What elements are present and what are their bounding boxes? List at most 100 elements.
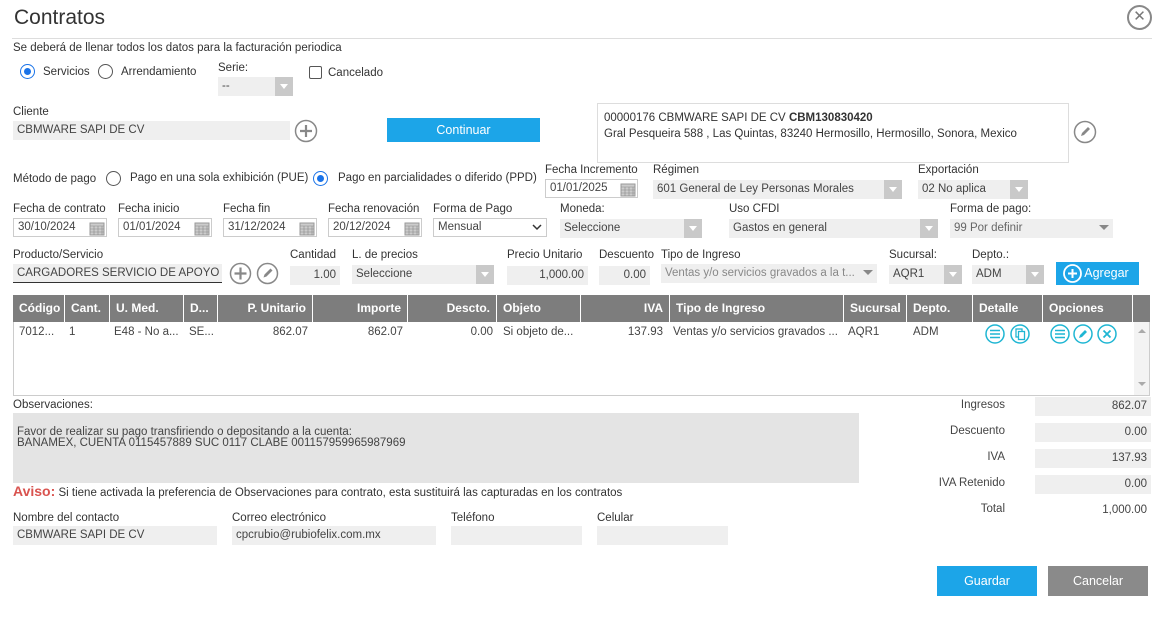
- fecha-renovacion-input[interactable]: 20/12/2024: [328, 218, 422, 237]
- precio-unitario-label: Precio Unitario: [507, 249, 583, 261]
- radio-ppd-label: Pago en parcialidades o diferido (PPD): [338, 172, 537, 184]
- cell-umed: E48 - No a...: [114, 326, 179, 338]
- tipo-ingreso-select[interactable]: Ventas y/o servicios gravados a la t...: [661, 264, 877, 283]
- fecha-inicio-label: Fecha inicio: [118, 203, 180, 215]
- cantidad-input[interactable]: 1.00: [290, 266, 340, 285]
- list-detail-icon[interactable]: [985, 324, 1005, 344]
- regimen-select[interactable]: 601 General de Ley Personas Morales: [653, 180, 902, 199]
- calendar-icon[interactable]: [194, 221, 210, 236]
- edit-cliente-icon[interactable]: [1073, 120, 1097, 144]
- observaciones-textarea[interactable]: Favor de realizar su pago transfiriendo …: [13, 413, 859, 483]
- col-d[interactable]: D...: [184, 295, 218, 322]
- col-objeto[interactable]: Objeto: [497, 295, 581, 322]
- chevron-down-icon: [884, 180, 902, 199]
- chevron-down-icon: [863, 270, 873, 275]
- forma-pago-periodo-label: Forma de Pago: [433, 203, 513, 215]
- col-detalle[interactable]: Detalle: [973, 295, 1043, 322]
- calendar-icon[interactable]: [404, 221, 420, 236]
- metodo-pago-label: Método de pago: [13, 173, 97, 185]
- precio-unitario-input[interactable]: 1,000.00: [507, 266, 588, 285]
- table-header: Código Cant. U. Med. D... P. Unitario Im…: [13, 295, 1150, 322]
- list-options-icon[interactable]: [1050, 324, 1070, 344]
- exportacion-select[interactable]: 02 No aplica: [918, 180, 1028, 199]
- l-precios-select[interactable]: Seleccione: [352, 265, 494, 284]
- col-tipo-ingreso[interactable]: Tipo de Ingreso: [670, 295, 844, 322]
- divider: [12, 38, 1152, 39]
- fecha-fin-input[interactable]: 31/12/2024: [223, 218, 317, 237]
- add-producto-icon[interactable]: [229, 262, 252, 285]
- chevron-down-icon: [275, 77, 293, 96]
- ingresos-value: 862.07: [1035, 397, 1151, 416]
- col-iva[interactable]: IVA: [581, 295, 670, 322]
- col-importe[interactable]: Importe: [313, 295, 408, 322]
- cell-codigo: 7012...: [19, 326, 55, 338]
- total-descuento-label: Descuento: [950, 425, 1005, 437]
- fecha-renovacion-value: 20/12/2024: [333, 221, 391, 233]
- cliente-input[interactable]: CBMWARE SAPI DE CV: [13, 121, 290, 140]
- continuar-button[interactable]: Continuar: [387, 118, 540, 142]
- scroll-down-icon[interactable]: [1138, 382, 1146, 387]
- col-descto[interactable]: Descto.: [408, 295, 497, 322]
- serie-select[interactable]: --: [218, 77, 293, 96]
- uso-cfdi-select[interactable]: Gastos en general: [729, 219, 938, 238]
- cancelar-button[interactable]: Cancelar: [1048, 566, 1148, 596]
- scroll-up-icon[interactable]: [1138, 328, 1146, 333]
- cell-cant: 1: [69, 326, 76, 338]
- forma-pago-select[interactable]: 99 Por definir: [950, 219, 1113, 238]
- producto-label: Producto/Servicio: [13, 249, 104, 261]
- subtitle: Se deberá de llenar todos los datos para…: [13, 42, 342, 54]
- sucursal-select[interactable]: AQR1: [889, 265, 962, 284]
- col-sucursal[interactable]: Sucursal: [844, 295, 907, 322]
- telefono-input[interactable]: [451, 526, 582, 545]
- iva-retenido-label: IVA Retenido: [938, 477, 1005, 489]
- close-icon[interactable]: ✕: [1127, 5, 1152, 30]
- edit-producto-icon[interactable]: [256, 262, 279, 285]
- moneda-select[interactable]: Seleccione: [560, 219, 702, 238]
- producto-input[interactable]: CARGADORES SERVICIO DE APOYO CARGA: [13, 264, 222, 283]
- depto-select[interactable]: ADM: [972, 265, 1044, 284]
- col-opciones[interactable]: Opciones: [1043, 295, 1133, 322]
- agregar-label: Agregar: [1084, 266, 1129, 280]
- cancelado-checkbox[interactable]: [309, 66, 322, 79]
- agregar-button[interactable]: Agregar: [1056, 262, 1139, 285]
- fecha-inicio-value: 01/01/2024: [123, 221, 181, 233]
- col-depto[interactable]: Depto.: [907, 295, 973, 322]
- descuento-input[interactable]: 0.00: [599, 266, 650, 285]
- chevron-down-icon: [944, 265, 962, 284]
- chevron-down-icon: [1010, 180, 1028, 199]
- copy-detail-icon[interactable]: [1010, 324, 1030, 344]
- col-umed[interactable]: U. Med.: [110, 295, 184, 322]
- radio-ppd[interactable]: [313, 171, 328, 186]
- add-cliente-icon[interactable]: [294, 119, 318, 143]
- col-codigo[interactable]: Código: [13, 295, 65, 322]
- fecha-incremento-input[interactable]: 01/01/2025: [545, 179, 638, 198]
- cell-p-unitario: 862.07: [272, 326, 308, 338]
- fecha-inicio-input[interactable]: 01/01/2024: [118, 218, 212, 237]
- celular-input[interactable]: [597, 526, 728, 545]
- uso-cfdi-label: Uso CFDI: [729, 203, 780, 215]
- radio-pue[interactable]: [106, 171, 121, 186]
- col-cant[interactable]: Cant.: [65, 295, 110, 322]
- delete-row-icon[interactable]: [1097, 324, 1117, 344]
- calendar-icon[interactable]: [620, 182, 636, 197]
- client-card-id: 00000176 CBMWARE SAPI DE CV: [604, 112, 789, 124]
- cell-objeto: Si objeto de...: [503, 326, 574, 338]
- cell-d: SE...: [189, 326, 214, 338]
- plus-circle-icon: [1063, 264, 1082, 283]
- correo-input[interactable]: cpcrubio@rubiofelix.com.mx: [232, 526, 436, 545]
- radio-servicios[interactable]: [20, 64, 35, 79]
- aviso: Aviso: Si tiene activada la preferencia …: [13, 483, 622, 499]
- calendar-icon[interactable]: [89, 221, 105, 236]
- nombre-contacto-input[interactable]: CBMWARE SAPI DE CV: [13, 526, 217, 545]
- forma-pago-periodo-select[interactable]: Mensual: [433, 218, 547, 237]
- exportacion-label: Exportación: [918, 164, 979, 176]
- guardar-button[interactable]: Guardar: [937, 566, 1037, 596]
- table-scrollbar[interactable]: [1134, 322, 1149, 395]
- col-p-unitario[interactable]: P. Unitario: [218, 295, 313, 322]
- fecha-renovacion-label: Fecha renovación: [328, 203, 420, 215]
- calendar-icon[interactable]: [299, 221, 315, 236]
- fecha-contrato-input[interactable]: 30/10/2024: [13, 218, 107, 237]
- cancelado-label: Cancelado: [328, 67, 383, 79]
- edit-row-icon[interactable]: [1073, 324, 1093, 344]
- radio-arrendamiento[interactable]: [98, 64, 113, 79]
